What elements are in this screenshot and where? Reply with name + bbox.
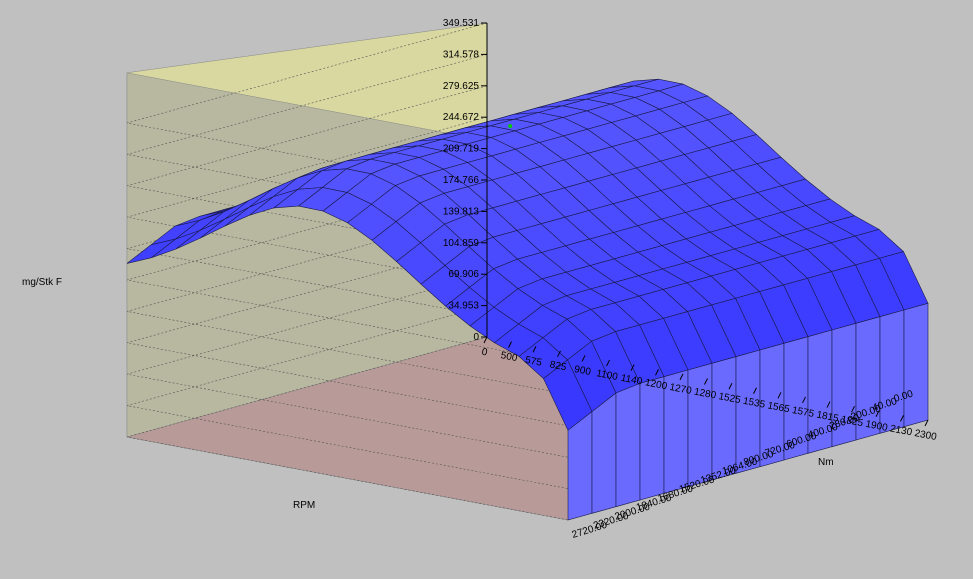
z-tick-label: 69.906 [448, 269, 479, 280]
z-tick-label: 139.813 [443, 206, 480, 217]
x-tick-label: 2130 [889, 423, 913, 438]
z-tick-label: 104.859 [443, 238, 480, 249]
surface-side [903, 302, 929, 428]
surface-side [639, 376, 665, 501]
z-tick-label: 314.578 [443, 49, 480, 60]
z-tick-label: 279.625 [443, 81, 480, 92]
x-axis-label: RPM [293, 500, 315, 511]
surface-plot[interactable]: 0 34.953 69.906 104.859 139.813 174.766 209.71… [0, 0, 973, 574]
z-tick-label: 349.531 [443, 18, 480, 29]
cursor-marker [508, 124, 513, 129]
surface-side [687, 362, 713, 488]
surface-side [879, 309, 905, 434]
z-tick-label: 34.953 [448, 301, 479, 312]
z-tick-label: 0 [473, 332, 479, 343]
z-axis-label: mg/Stk F [22, 277, 62, 288]
surface-side [591, 392, 617, 514]
z-tick-label: 174.766 [443, 175, 480, 186]
z-tick-label: 244.672 [443, 112, 480, 123]
x-tick-label: 2300 [914, 428, 938, 443]
surface-side [567, 410, 593, 521]
z-tick-label: 209.719 [443, 144, 480, 155]
surface-side [711, 356, 737, 481]
y-axis-label: Nm [818, 457, 834, 468]
y-tick-label: 2720.00 [571, 520, 609, 541]
fuel-map-3d-chart[interactable]: 0 34.953 69.906 104.859 139.813 174.766 209.71… [0, 0, 973, 574]
surface-side [615, 382, 641, 508]
